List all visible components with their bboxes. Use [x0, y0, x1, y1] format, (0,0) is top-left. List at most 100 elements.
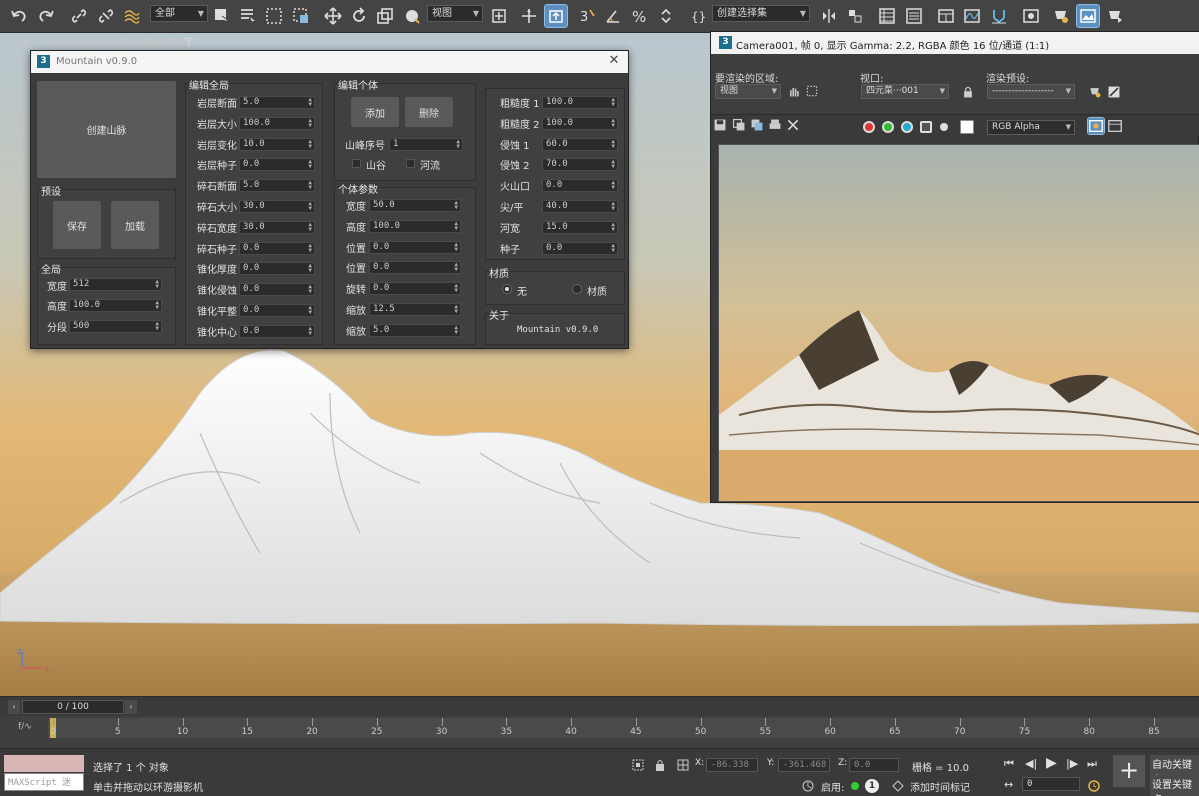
edit-global-field-spinner[interactable]: 5.0 ▲ ▼: [239, 179, 315, 193]
right-field-spinner[interactable]: 40.0 ▲ ▼: [542, 200, 618, 213]
toggle-ui-icon[interactable]: [1107, 118, 1123, 134]
frame-display[interactable]: 0 / 100: [22, 700, 124, 714]
keyboard-shortcut-override-icon[interactable]: [544, 4, 568, 28]
angle-snap-icon[interactable]: [602, 5, 624, 27]
time-slider-prev-icon[interactable]: ‹: [8, 700, 20, 714]
spinner-arrows-icon[interactable]: ▲ ▼: [454, 283, 458, 294]
go-to-start-icon[interactable]: ⏮: [1004, 757, 1014, 771]
edit-global-field-spinner[interactable]: 0.0 ▲ ▼: [239, 324, 315, 338]
spinner-snap-icon[interactable]: [655, 5, 677, 27]
mono-toggle[interactable]: [940, 123, 948, 131]
right-field-spinner[interactable]: 70.0 ▲ ▼: [542, 158, 618, 172]
play-icon[interactable]: ▶: [1046, 755, 1057, 771]
close-icon[interactable]: ✕: [606, 53, 622, 69]
spinner-arrows-icon[interactable]: ▲ ▼: [308, 242, 312, 253]
maxscript-listener-mini[interactable]: [4, 755, 84, 772]
ref-coord-dropdown[interactable]: 视图 ▼: [427, 5, 483, 22]
right-field-spinner[interactable]: 100.0 ▲ ▼: [542, 96, 618, 109]
individual-field-spinner[interactable]: 0.0 ▲ ▼: [369, 282, 461, 296]
filter-icon[interactable]: [182, 35, 196, 49]
spinner-arrows-icon[interactable]: ▲ ▼: [155, 279, 159, 290]
edit-global-field-spinner[interactable]: 30.0 ▲ ▼: [239, 200, 315, 213]
set-key-button[interactable]: +: [1113, 755, 1145, 787]
mirror-icon[interactable]: [818, 5, 840, 27]
dialog-titlebar[interactable]: 3 Mountain v0.9.0 ✕: [31, 51, 628, 73]
render-area-dropdown[interactable]: 视图 ▼: [715, 84, 781, 99]
edit-global-field-spinner[interactable]: 0.0 ▲ ▼: [239, 283, 315, 297]
render-window-titlebar[interactable]: 3 Camera001, 帧 0, 显示 Gamma: 2.2, RGBA 颜色…: [711, 32, 1199, 54]
spinner-arrows-icon[interactable]: ▲ ▼: [611, 159, 615, 170]
z-coordinate-field[interactable]: 0.0: [849, 758, 899, 772]
toggle-ribbon-icon[interactable]: [935, 5, 957, 27]
viewport-label[interactable]: [ + ] [Camera001] [标准] [默认明暗处理]: [6, 37, 180, 50]
edit-global-field-spinner[interactable]: 0.0 ▲ ▼: [239, 241, 315, 255]
time-slider-next-icon[interactable]: ›: [125, 700, 137, 714]
rotate-icon[interactable]: [348, 5, 370, 27]
curve-editor-mini-icon[interactable]: f/∿: [18, 722, 32, 732]
save-image-icon[interactable]: [713, 118, 727, 132]
edit-global-field-spinner[interactable]: 0.0 ▲ ▼: [239, 304, 315, 317]
toggle-ui-overlay-icon[interactable]: [1087, 117, 1105, 135]
spinner-arrows-icon[interactable]: ▲ ▼: [454, 241, 458, 252]
spinner-arrows-icon[interactable]: ▲ ▼: [308, 263, 312, 274]
render-setup-icon[interactable]: [1088, 85, 1102, 99]
spinner-arrows-icon[interactable]: ▲ ▼: [611, 201, 615, 212]
go-to-end-icon[interactable]: ⏭: [1087, 757, 1097, 771]
scale-icon[interactable]: [374, 5, 396, 27]
individual-field-spinner[interactable]: 50.0 ▲ ▼: [369, 199, 461, 212]
individual-field-spinner[interactable]: 12.5 ▲ ▼: [369, 303, 461, 316]
create-mountain-button[interactable]: 创建山脉: [37, 81, 176, 178]
global-width-spinner[interactable]: 512 ▲ ▼: [69, 278, 162, 291]
render-viewport-dropdown[interactable]: 四元菜···001 ▼: [861, 84, 949, 99]
clone-window-icon[interactable]: [750, 118, 764, 132]
print-icon[interactable]: [768, 118, 782, 132]
material-editor-icon[interactable]: [1020, 5, 1042, 27]
individual-field-spinner[interactable]: 5.0 ▲ ▼: [369, 323, 461, 337]
save-preset-button[interactable]: 保存: [53, 201, 101, 249]
edit-global-field-spinner[interactable]: 10.0 ▲ ▼: [239, 137, 315, 151]
redo-icon[interactable]: [35, 5, 57, 27]
spinner-arrows-icon[interactable]: ▲ ▼: [454, 262, 458, 273]
adaptive-degradation-icon[interactable]: [801, 779, 815, 793]
undo-icon[interactable]: [8, 5, 30, 27]
valley-checkbox[interactable]: [352, 159, 361, 168]
spinner-arrows-icon[interactable]: ▲ ▼: [454, 220, 458, 231]
curve-editor-icon[interactable]: [961, 5, 983, 27]
key-mode-toggle-icon[interactable]: ↔: [1004, 778, 1013, 791]
clear-icon[interactable]: [786, 118, 800, 132]
window-crossing-icon[interactable]: [290, 5, 312, 27]
red-channel-toggle[interactable]: [863, 121, 875, 133]
alpha-channel-toggle[interactable]: [920, 121, 932, 133]
x-coordinate-field[interactable]: -86.338: [706, 758, 758, 772]
right-field-spinner[interactable]: 100.0 ▲ ▼: [542, 116, 618, 130]
render-preset-dropdown[interactable]: ------------------- ▼: [987, 84, 1075, 99]
layer-explorer-icon[interactable]: [903, 5, 925, 27]
auto-region-icon[interactable]: [805, 84, 819, 98]
individual-field-spinner[interactable]: 0.0 ▲ ▼: [369, 261, 461, 275]
scene-explorer-icon[interactable]: [876, 5, 898, 27]
render-production-icon[interactable]: [1104, 5, 1126, 27]
spinner-arrows-icon[interactable]: ▲ ▼: [308, 325, 312, 336]
align-icon[interactable]: [844, 5, 866, 27]
right-field-spinner[interactable]: 60.0 ▲ ▼: [542, 137, 618, 151]
global-segments-spinner[interactable]: 500 ▲ ▼: [69, 320, 162, 333]
spinner-arrows-icon[interactable]: ▲ ▼: [308, 201, 312, 212]
percent-snap-icon[interactable]: %: [629, 5, 651, 27]
rendered-frame-window-icon[interactable]: [1076, 4, 1100, 28]
time-slider[interactable]: ‹ 0 / 100 ›: [0, 696, 1199, 716]
spinner-arrows-icon[interactable]: ▲ ▼: [611, 117, 615, 128]
spinner-arrows-icon[interactable]: ▲ ▼: [308, 138, 312, 149]
schematic-view-icon[interactable]: [988, 5, 1010, 27]
spinner-arrows-icon[interactable]: ▲ ▼: [611, 242, 615, 253]
time-config-icon[interactable]: [1087, 779, 1101, 793]
unlink-icon[interactable]: [95, 5, 117, 27]
maxscript-input[interactable]: MAXScript 迷: [4, 773, 84, 791]
spinner-arrows-icon[interactable]: ▲ ▼: [611, 97, 615, 108]
previous-frame-icon[interactable]: ◀|: [1025, 757, 1037, 770]
spinner-arrows-icon[interactable]: ▲ ▼: [454, 324, 458, 335]
snap-3d-icon[interactable]: 3: [576, 5, 598, 27]
next-frame-icon[interactable]: |▶: [1066, 757, 1078, 770]
spinner-arrows-icon[interactable]: ▲ ▼: [454, 304, 458, 315]
river-checkbox[interactable]: [406, 159, 415, 168]
spinner-arrows-icon[interactable]: ▲ ▼: [155, 321, 159, 332]
